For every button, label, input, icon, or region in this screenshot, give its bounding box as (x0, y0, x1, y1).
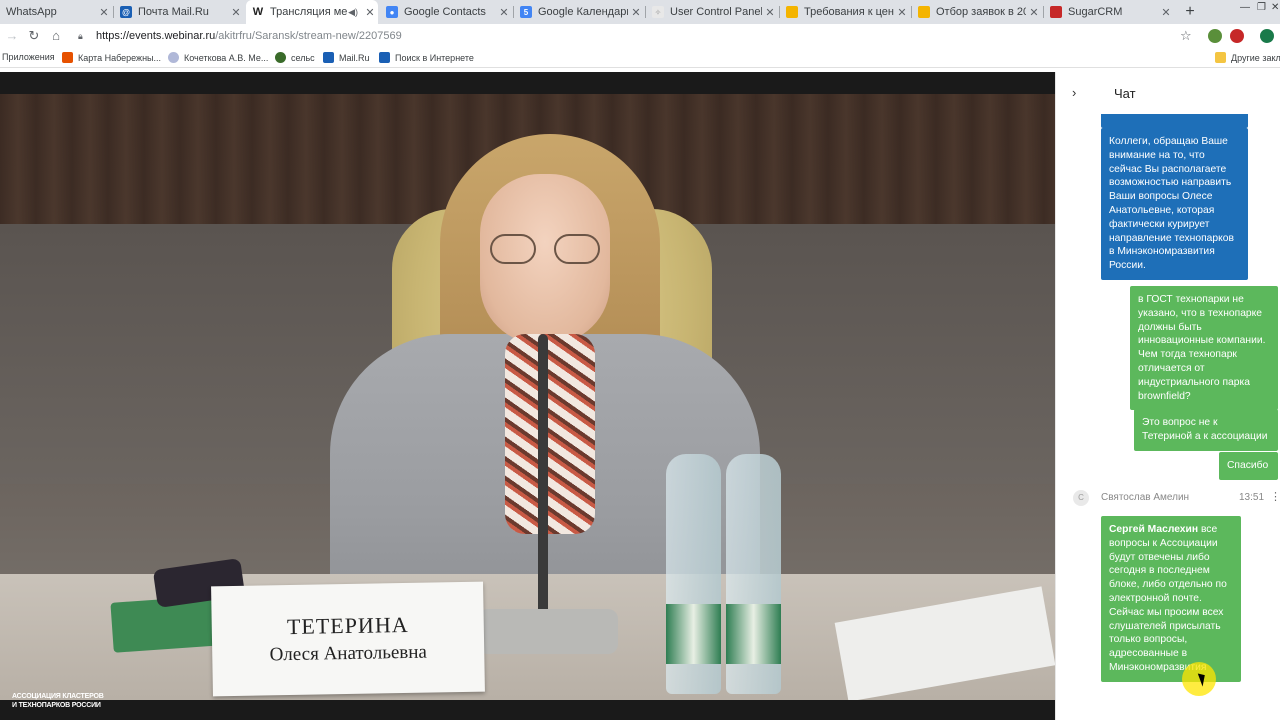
message-text: все вопросы к Ассоциации будут отвечены … (1109, 524, 1227, 673)
bookmark-map[interactable]: Карта Набережны... (62, 52, 161, 63)
sugarcrm-icon (1050, 6, 1062, 18)
message-time: 13:51 (1239, 492, 1265, 503)
close-window-icon[interactable]: ✕ (1271, 2, 1279, 13)
bookmark-label: Mail.Ru (339, 52, 370, 63)
nameplate-surname: ТЕТЕРИНА (286, 611, 409, 640)
bookmark-apps[interactable]: Приложения (2, 52, 55, 62)
back-icon[interactable]: → (4, 28, 20, 44)
tab-title: SugarCRM (1068, 6, 1123, 18)
address-bar[interactable]: 🔒︎ https://events.webinar.ru/akitrfru/Sa… (78, 27, 1198, 45)
close-icon[interactable]: ✕ (762, 6, 778, 19)
more-options-icon[interactable]: ⋮ (1270, 490, 1280, 503)
folder-icon (1215, 52, 1226, 63)
chat-message-partial (1101, 114, 1248, 128)
bookmark-mailru[interactable]: Mail.Ru (323, 52, 370, 63)
mention: Сергей Маслехин (1109, 524, 1199, 535)
minimize-icon[interactable]: — (1240, 2, 1250, 13)
tab-user-control-panel[interactable]: ✧ User Control Panel - 1 ✕ (646, 0, 778, 24)
tab-title: User Control Panel - 1 (670, 6, 762, 18)
address-toolbar: → ↻ ⌂ 🔒︎ https://events.webinar.ru/akitr… (0, 24, 1280, 48)
bookmark-label: сельс (291, 52, 315, 63)
bookmarks-bar: Приложения Карта Набережны... Кочеткова … (0, 48, 1280, 68)
bookmark-label: Приложения (2, 52, 55, 62)
tab-title: Требования к центрам (804, 6, 894, 18)
bookmark-label: Другие закл (1231, 52, 1280, 63)
bookmark-label: Карта Набережны... (78, 52, 162, 63)
close-icon[interactable]: ✕ (1158, 6, 1174, 19)
doc-icon (918, 6, 930, 18)
profile-avatar[interactable] (1260, 29, 1274, 43)
url-host: https://events.webinar.ru (96, 30, 216, 42)
tab-title: Трансляция мероп (270, 6, 348, 18)
chat-message: в ГОСТ технопарки не указано, что в техн… (1130, 286, 1278, 411)
close-icon[interactable]: ✕ (628, 6, 644, 19)
author-name: Святослав Амелин (1101, 492, 1190, 503)
bookmark-search[interactable]: Поиск в Интернете (379, 52, 474, 63)
chat-message-author-row: С Святослав Амелин 13:51 ⋮ (1056, 486, 1280, 510)
bookmark-sels[interactable]: сельс (275, 52, 315, 63)
tab-selection[interactable]: Отбор заявок в 2019 г. ✕ (912, 0, 1042, 24)
panel-icon: ✧ (652, 6, 664, 18)
url-path: /akitrfru/Saransk/stream-new/2207569 (215, 30, 402, 42)
bookmark-kochetkova[interactable]: Кочеткова А.В. Ме... (168, 52, 268, 63)
tab-title: Google Календарь - Не (538, 6, 628, 18)
home-icon[interactable]: ⌂ (48, 28, 64, 44)
bookmark-label: Поиск в Интернете (395, 52, 474, 63)
bookmark-icon (168, 52, 179, 63)
calendar-icon: 5 (520, 6, 532, 18)
chat-message: Сергей Маслехин все вопросы к Ассоциации… (1101, 516, 1241, 682)
bookmark-star-icon[interactable]: ☆ (1180, 28, 1192, 44)
new-tab-button[interactable]: + (1180, 2, 1200, 22)
mailru-icon: @ (120, 6, 132, 18)
video-player[interactable]: ТЕТЕРИНА Олеся Анатольевна АССОЦИАЦИЯ КЛ… (0, 72, 1055, 720)
bookmark-other[interactable]: Другие закл (1215, 52, 1280, 63)
mailru-icon (323, 52, 334, 63)
map-icon (62, 52, 73, 63)
close-icon[interactable]: ✕ (362, 6, 378, 19)
tab-webinar[interactable]: W Трансляция мероп ◀) ✕ (246, 0, 378, 24)
video-frame: ТЕТЕРИНА Олеся Анатольевна (0, 94, 1055, 700)
search-icon (379, 52, 390, 63)
tab-title: WhatsApp (6, 6, 57, 18)
tab-title: Почта Mail.Ru (138, 6, 209, 18)
speaker-nameplate: ТЕТЕРИНА Олеся Анатольевна (211, 581, 485, 697)
chat-header: › Чат (1056, 72, 1280, 114)
webinar-icon: W (252, 6, 264, 18)
tab-whatsapp[interactable]: WhatsApp ✕ (0, 0, 112, 24)
tab-title: Отбор заявок в 2019 г. (936, 6, 1026, 18)
reload-icon[interactable]: ↻ (26, 28, 42, 44)
contacts-icon: ● (386, 6, 398, 18)
extension-icon[interactable] (1208, 29, 1222, 43)
close-icon[interactable]: ✕ (96, 6, 112, 19)
tab-requirements[interactable]: Требования к центрам ✕ (780, 0, 910, 24)
chat-message: Коллеги, обращаю Ваше внимание на то, чт… (1101, 128, 1248, 280)
avatar: С (1073, 490, 1089, 506)
close-icon[interactable]: ✕ (894, 6, 910, 19)
close-icon[interactable]: ✕ (1026, 6, 1042, 19)
doc-icon (786, 6, 798, 18)
bookmark-icon (275, 52, 286, 63)
extension-icon[interactable] (1230, 29, 1244, 43)
close-icon[interactable]: ✕ (228, 6, 244, 19)
tab-mailru[interactable]: @ Почта Mail.Ru ✕ (114, 0, 244, 24)
lock-icon: 🔒︎ (78, 31, 83, 41)
chat-title: Чат (1114, 86, 1136, 101)
association-logo-caption: АССОЦИАЦИЯ КЛАСТЕРОВ И ТЕХНОПАРКОВ РОССИ… (12, 693, 104, 709)
chat-panel: › Чат Коллеги, обращаю Ваше внимание на … (1055, 72, 1280, 720)
chevron-right-icon[interactable]: › (1072, 85, 1076, 100)
tab-sugarcrm[interactable]: SugarCRM ✕ (1044, 0, 1174, 24)
bookmark-label: Кочеткова А.В. Ме... (184, 52, 269, 63)
close-icon[interactable]: ✕ (496, 6, 512, 19)
restore-icon[interactable]: ❐ (1257, 2, 1266, 13)
tab-google-calendar[interactable]: 5 Google Календарь - Не ✕ (514, 0, 644, 24)
tab-title: Google Contacts (404, 6, 486, 18)
chat-message: Это вопрос не к Тетериной а к ассоциации (1134, 409, 1278, 451)
nameplate-name: Олеся Анатольевна (269, 641, 428, 666)
speaker-icon[interactable]: ◀) (348, 7, 358, 18)
chat-message: Спасибо (1219, 452, 1278, 480)
tab-google-contacts[interactable]: ● Google Contacts ✕ (380, 0, 512, 24)
tab-strip: WhatsApp ✕ @ Почта Mail.Ru ✕ W Трансляци… (0, 0, 1280, 24)
